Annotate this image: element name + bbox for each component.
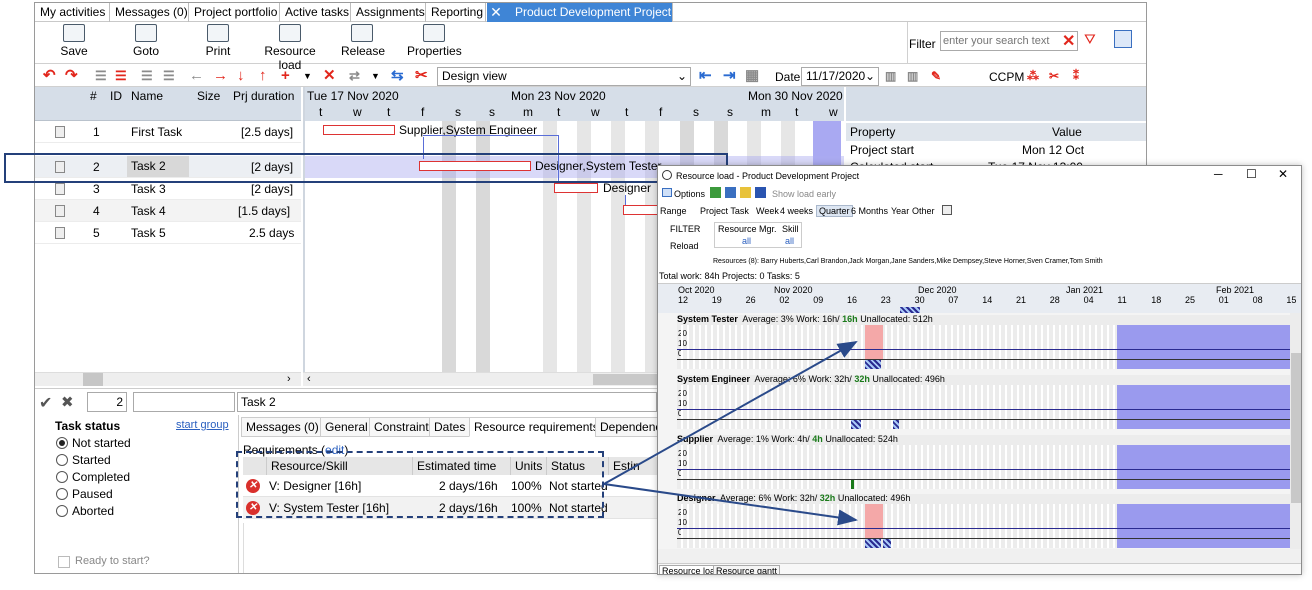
arrow-to-system-tester xyxy=(603,341,858,485)
annotation-arrows xyxy=(603,341,858,526)
arrow-to-designer xyxy=(603,483,858,526)
